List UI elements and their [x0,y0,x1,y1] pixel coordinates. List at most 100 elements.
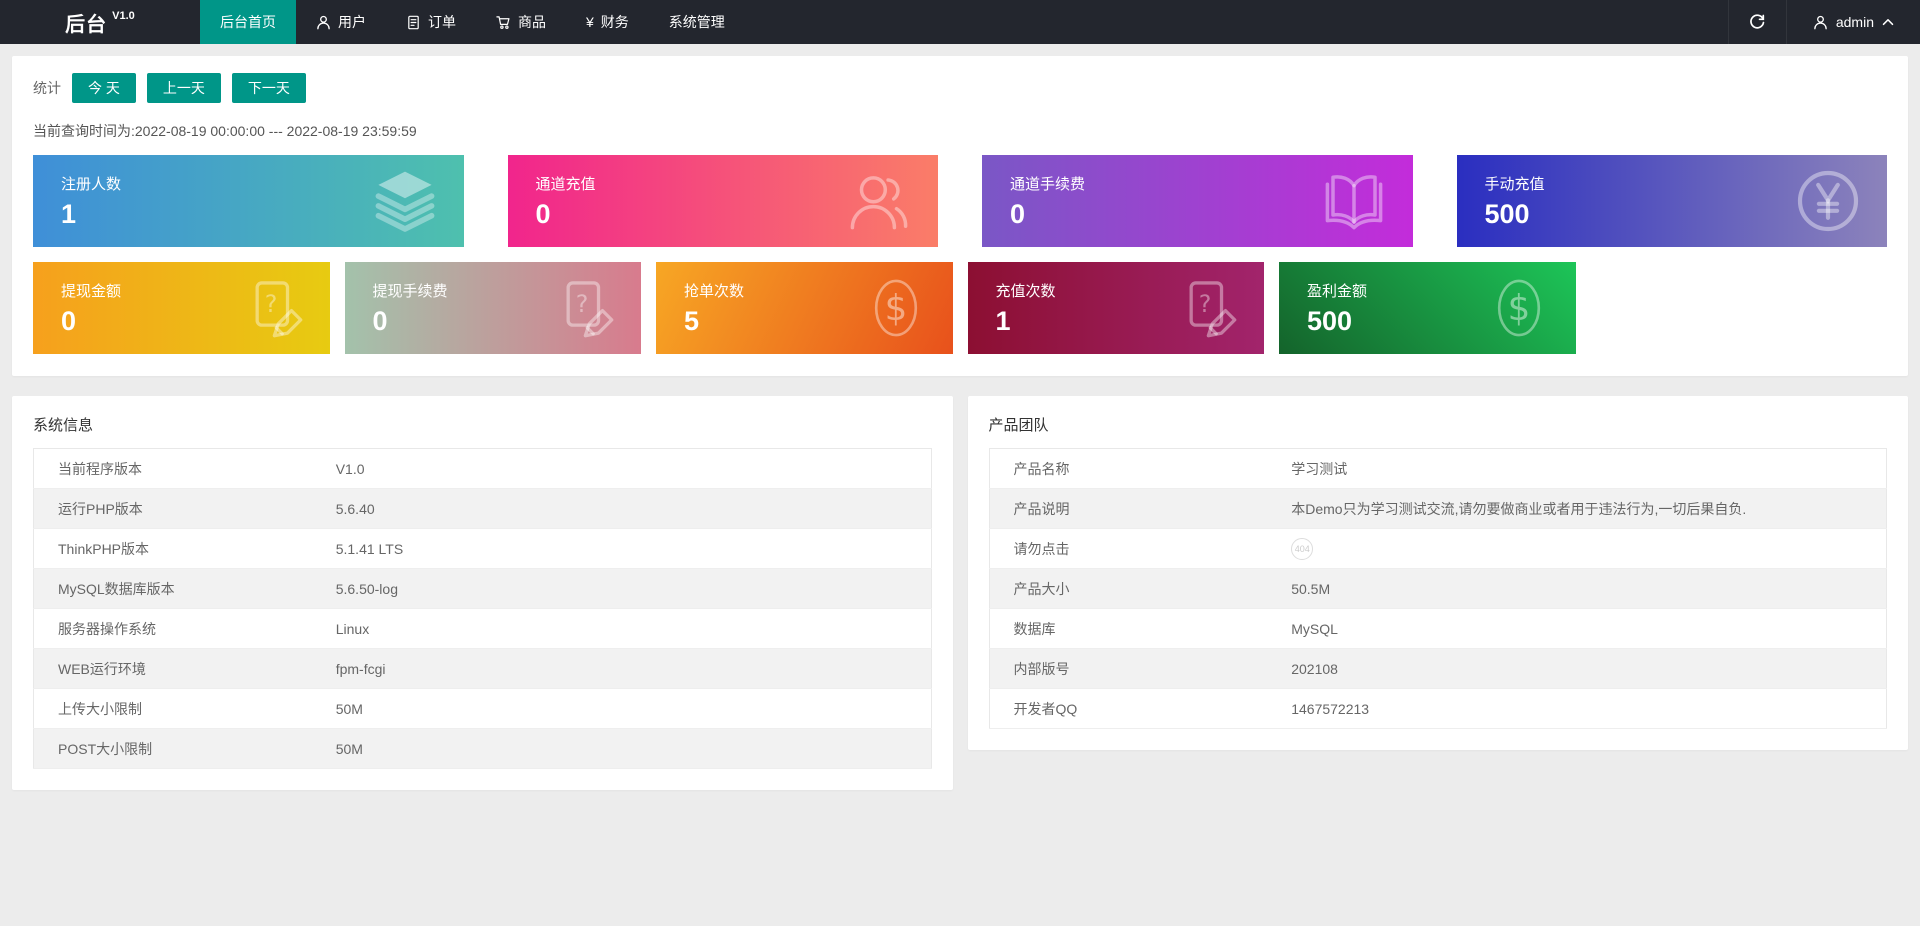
row-value: MySQL [1267,608,1887,649]
stat-card-channel-recharge: 通道充值 0 [507,155,938,247]
stat-card-label: 通道手续费 [1010,175,1086,193]
nav-item-label: 用户 [338,14,366,30]
row-label: ThinkPHP版本 [33,528,312,569]
table-row: 产品大小 50.5M [989,568,1887,609]
stat-card-label: 提现金额 [61,282,122,300]
navbar-spacer [745,0,1728,44]
row-label: 运行PHP版本 [33,488,312,529]
nav-item-system[interactable]: 系统管理 [649,0,745,44]
refresh-button[interactable] [1727,0,1786,44]
query-time-text: 当前查询时间为:2022-08-19 00:00:00 --- 2022-08-… [33,123,417,139]
table-row: MySQL数据库版本 5.6.50-log [33,568,931,609]
yen-circle-icon [1797,170,1859,232]
next-day-button[interactable]: 下一天 [231,73,306,103]
table-row: 服务器操作系统 Linux [33,608,931,649]
dollar-circle-icon: $ [1497,279,1540,337]
cart-icon [496,15,510,29]
users-icon [850,176,908,230]
stat-card-label: 充值次数 [995,282,1056,300]
stat-card-withdraw-fee: 提现手续费 0 ? [344,262,641,354]
svg-text:?: ? [264,290,277,318]
stat-card-channel-fee: 通道手续费 0 [982,155,1413,247]
svg-text:?: ? [576,290,589,318]
product-team-table: 产品名称 学习测试 产品说明 本Demo只为学习测试交流,请勿要做商业或者用于违… [988,448,1887,729]
product-team-panel: 产品团队 产品名称 学习测试 产品说明 本Demo只为学习测试交流,请勿要做商业… [967,396,1908,750]
row-label: 数据库 [989,608,1268,649]
user-dropdown[interactable]: admin [1785,0,1920,44]
prev-day-button[interactable]: 上一天 [146,73,221,103]
stat-card-order-grabs: 抢单次数 5 $ [656,262,953,354]
app-logo[interactable]: 后台 V1.0 [0,0,200,44]
row-label: 当前程序版本 [33,448,312,489]
table-row: 运行PHP版本 5.6.40 [33,488,931,529]
stat-card-value: 1 [61,198,77,229]
row-label: 产品大小 [989,568,1268,609]
row-label: 上传大小限制 [33,688,312,729]
nav-item-label: 系统管理 [668,14,725,30]
row-label: POST大小限制 [33,728,312,769]
stat-card-value: 5 [684,305,700,336]
stat-card-label: 抢单次数 [684,282,745,300]
table-row: ThinkPHP版本 5.1.41 LTS [33,528,931,569]
table-row: 上传大小限制 50M [33,688,931,729]
row-value: 5.6.50-log [311,568,931,609]
app-title: 后台 [65,13,108,36]
row-value: 学习测试 [1267,448,1887,489]
table-row: 开发者QQ 1467572213 [989,688,1887,729]
table-row: 内部版号 202108 [989,648,1887,689]
row-value: 50M [311,728,931,769]
main-menu: 后台首页 用户 订单 商品 ¥ 财务 系统管理 [200,0,745,44]
stat-card-label: 提现手续费 [372,282,448,300]
bottom-section: 系统信息 当前程序版本 V1.0 运行PHP版本 5.6.40 ThinkPHP… [12,396,1908,790]
row-label: 开发者QQ [989,688,1268,729]
refresh-icon [1750,14,1765,29]
row-value: 5.1.41 LTS [311,528,931,569]
svg-text:$: $ [1507,288,1530,329]
svg-text:?: ? [1199,290,1212,318]
row-value: V1.0 [311,448,931,489]
stat-card-value: 1 [995,305,1011,336]
stat-cards-row2: 提现金额 0 ? 提现手续费 0 ? 抢单次数 5 $ 充值次数 1 ? 盈利金… [33,262,1887,354]
nav-item-label: 订单 [428,14,456,30]
nav-item-label: 后台首页 [220,14,276,30]
nav-item-products[interactable]: 商品 [476,0,566,44]
nav-item-orders[interactable]: 订单 [386,0,476,44]
book-icon [1325,175,1382,230]
row-label: 请勿点击 [989,528,1268,569]
nav-item-label: 商品 [518,14,546,30]
stat-card-recharge-count: 充值次数 1 ? [967,262,1264,354]
stat-card-manual-recharge: 手动充值 500 [1456,155,1887,247]
stat-card-value: 0 [61,305,77,336]
nav-item-finance[interactable]: ¥ 财务 [566,0,649,44]
row-value: 50.5M [1267,568,1887,609]
table-row: 请勿点击 404 [989,528,1887,569]
svg-text:$: $ [884,288,907,329]
row-value: 404 [1267,528,1887,569]
nav-item-users[interactable]: 用户 [296,0,386,44]
stat-card-value: 0 [372,305,388,336]
row-label: 产品说明 [989,488,1268,529]
do-not-click-badge[interactable]: 404 [1291,537,1314,560]
row-label: 服务器操作系统 [33,608,312,649]
stat-card-label: 手动充值 [1484,175,1545,193]
layers-icon [375,171,434,232]
row-label: 内部版号 [989,648,1268,689]
stats-header: 统计 今 天 上一天 下一天 [33,73,1887,103]
stats-panel: 统计 今 天 上一天 下一天 当前查询时间为:2022-08-19 00:00:… [12,56,1908,376]
dollar-circle-icon: $ [874,279,917,337]
today-button[interactable]: 今 天 [72,73,136,103]
stat-cards-row1: 注册人数 1 通道充值 0 通道手续费 0 手动充值 500 [33,155,1887,247]
nav-item-home[interactable]: 后台首页 [200,0,296,44]
nav-item-label: 财务 [600,14,629,30]
system-info-title: 系统信息 [33,417,94,434]
table-row: 数据库 MySQL [989,608,1887,649]
stat-card-profit: 盈利金额 500 $ [1279,262,1576,354]
stat-card-value: 0 [535,198,551,229]
stat-card-registrations: 注册人数 1 [33,155,464,247]
stat-card-label: 通道充值 [535,175,596,193]
row-value: 202108 [1267,648,1887,689]
row-value: 5.6.40 [311,488,931,529]
empty-grid-cell [1591,262,1888,354]
row-label: MySQL数据库版本 [33,568,312,609]
row-label: 产品名称 [989,448,1268,489]
